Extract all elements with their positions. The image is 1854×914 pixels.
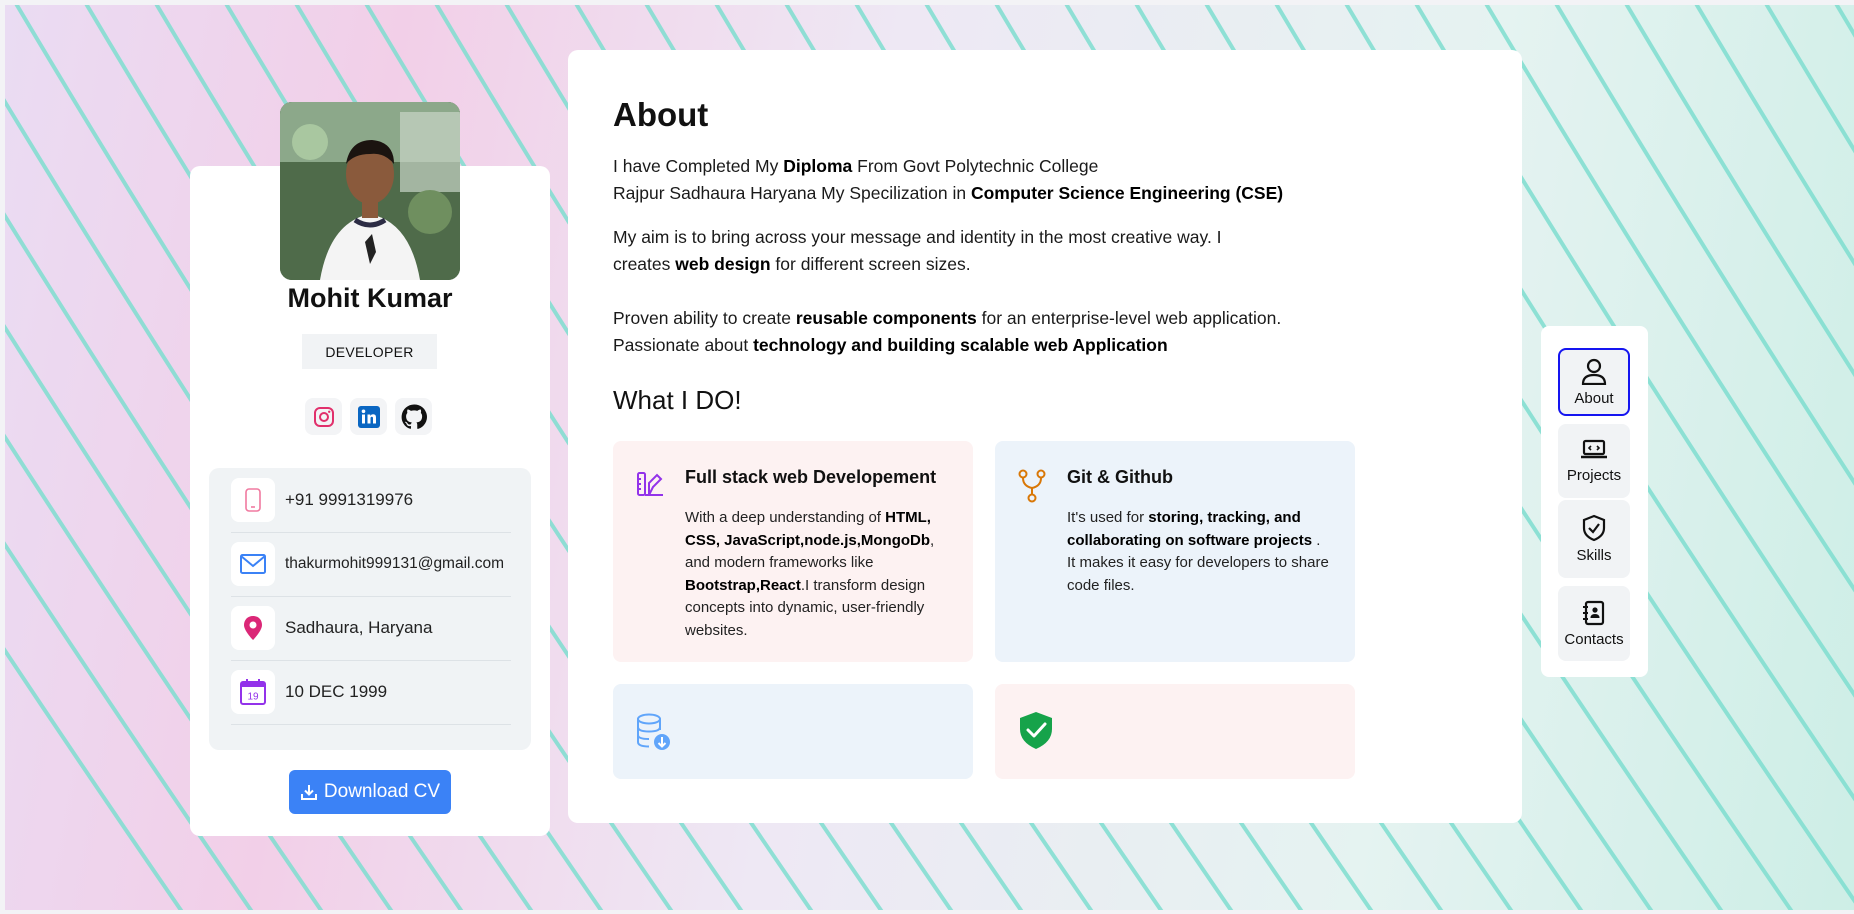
service-card-database (613, 684, 973, 779)
background-stripe (1624, 5, 1854, 378)
nav-label: Skills (1576, 547, 1612, 564)
text-span: My aim is to bring across your message a… (613, 227, 1222, 247)
text-span: From Govt Polytechnic College (852, 156, 1099, 176)
instagram-link[interactable] (305, 398, 342, 435)
shield-check-icon (1017, 710, 1055, 755)
nav-label: Projects (1566, 467, 1622, 484)
git-branch-icon (1017, 469, 1047, 508)
service-card-git: Git & Github It's used for storing, trac… (995, 441, 1355, 662)
about-title: About (613, 96, 709, 133)
service-card-fullstack: Full stack web Developement With a deep … (613, 441, 973, 662)
about-paragraph-1: I have Completed My Diploma From Govt Po… (613, 153, 1283, 207)
email-address: thakurmohit999131@gmail.com (285, 555, 505, 572)
phone-number: +91 9991319976 (285, 490, 414, 509)
nav-label: About (1574, 390, 1614, 407)
social-links (305, 398, 432, 435)
what-i-do-heading: What I DO! (613, 385, 742, 415)
linkedin-icon (357, 405, 380, 428)
instagram-icon (313, 406, 334, 427)
linkedin-link[interactable] (350, 398, 387, 435)
calendar-day: 19 (247, 692, 259, 703)
download-icon (300, 785, 317, 800)
text-span: creates (613, 254, 676, 274)
badge-check-icon (1582, 514, 1606, 542)
text-span: It's used for (1067, 509, 1149, 526)
database-download-icon (635, 712, 673, 757)
text-span: I have Completed My (613, 156, 784, 176)
github-link[interactable] (395, 398, 432, 435)
service-card-security (995, 684, 1355, 779)
contact-birthdate: 19 10 DEC 1999 (231, 660, 511, 725)
nav-label: Contacts (1564, 630, 1624, 648)
service-description: It's used for storing, tracking, and col… (1067, 507, 1332, 597)
contact-location: Sadhaura, Haryana (231, 596, 511, 661)
profile-name: Mohit Kumar (287, 283, 453, 313)
about-paragraph-3: Proven ability to create reusable compon… (613, 305, 1281, 359)
nav-about[interactable]: About (1558, 348, 1630, 416)
service-description: With a deep understanding of HTML, CSS, … (685, 507, 950, 642)
side-navigation: About Projects Skills Contacts (1541, 326, 1648, 677)
address-book-icon (1583, 600, 1605, 625)
role-badge: DEVELOPER (302, 334, 437, 369)
text-span: With a deep understanding of (685, 509, 886, 526)
design-tools-icon (635, 469, 665, 504)
location-text: Sadhaura, Haryana (285, 618, 433, 637)
text-bold: reusable components (795, 308, 977, 328)
laptop-icon (1581, 439, 1607, 459)
service-title: Full stack web Developement (685, 467, 937, 487)
user-icon (1581, 358, 1607, 385)
download-cv-button[interactable]: Download CV (289, 770, 451, 814)
birthdate-text: 10 DEC 1999 (285, 682, 388, 701)
contact-phone: +91 9991319976 (231, 468, 511, 533)
contact-info-box: +91 9991319976 thakurmohit999131@gmail.c… (209, 468, 531, 750)
text-span: Rajpur Sadhaura Haryana My Specilization… (613, 183, 971, 203)
avatar (280, 102, 460, 280)
github-icon (401, 404, 427, 429)
text-span: Proven ability to create (613, 308, 796, 328)
contact-email: thakurmohit999131@gmail.com (231, 532, 511, 597)
text-bold: web design (675, 254, 771, 274)
service-title: Git & Github (1067, 467, 1173, 487)
calendar-icon: 19 (231, 670, 275, 714)
text-bold: Diploma (783, 156, 853, 176)
text-span: for an enterprise-level web application. (976, 308, 1282, 328)
nav-skills[interactable]: Skills (1558, 500, 1630, 578)
text-span: Passionate about (613, 335, 754, 355)
download-cv-label: Download CV (323, 781, 441, 802)
background-stripe (5, 647, 184, 910)
text-span: for different screen sizes. (770, 254, 971, 274)
text-bold: Computer Science Engineering (CSE) (970, 183, 1284, 203)
phone-icon (231, 478, 275, 522)
about-paragraph-2: My aim is to bring across your message a… (613, 224, 1222, 278)
nav-projects[interactable]: Projects (1558, 424, 1630, 498)
nav-contacts[interactable]: Contacts (1558, 586, 1630, 661)
text-bold: technology and building scalable web App… (753, 335, 1168, 355)
location-pin-icon (231, 606, 275, 650)
mail-icon (231, 542, 275, 586)
background-stripe (1484, 5, 1854, 593)
text-bold: Bootstrap,React (685, 576, 801, 594)
